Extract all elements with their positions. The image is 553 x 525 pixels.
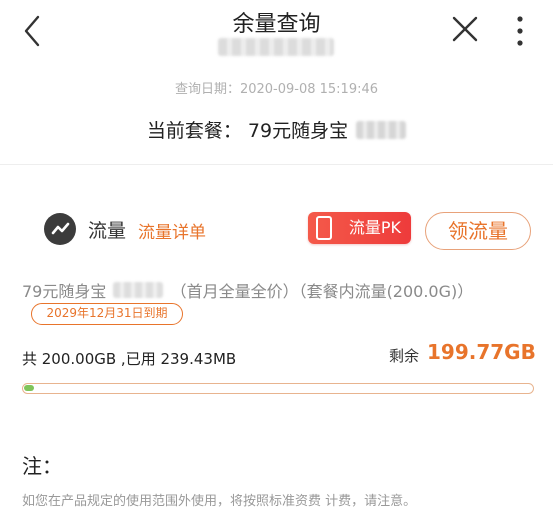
masked-phone-number — [218, 38, 334, 56]
usage-progress-fill — [24, 385, 34, 391]
close-icon[interactable] — [450, 14, 480, 44]
package-name: 79元随身宝 — [22, 282, 107, 301]
expiry-badge: 2029年12月31日到期 — [31, 303, 183, 325]
usage-summary: 共 200.00GB ,已用 239.43MB — [22, 350, 237, 368]
current-plan-label: 当前套餐： — [146, 120, 242, 142]
claim-traffic-button[interactable]: 领流量 — [425, 212, 531, 250]
traffic-detail-link[interactable]: 流量详单 — [138, 218, 206, 243]
package-details: （首月全量全价）（套餐内流量(200.0G)） — [170, 282, 474, 301]
remaining-value: 199.77GB — [427, 340, 536, 364]
note-text: 如您在产品规定的使用范围外使用，将按照标准资费 计费，请注意。 — [22, 494, 417, 509]
query-date: 查询日期：2020-09-08 15:19:46 — [174, 82, 379, 97]
more-vertical-icon[interactable] — [510, 14, 530, 48]
masked-package-name — [113, 282, 164, 298]
divider — [0, 164, 553, 165]
phone-icon — [316, 216, 332, 240]
note-title: 注： — [22, 454, 62, 478]
current-plan-name: 79元随身宝 — [247, 120, 349, 142]
traffic-check-icon — [44, 213, 76, 245]
package-description: 79元随身宝 （首月全量全价）（套餐内流量(200.0G)） — [22, 278, 473, 302]
masked-plan-suffix — [356, 120, 407, 139]
traffic-label: 流量 — [88, 220, 127, 242]
current-plan: 当前套餐： 79元随身宝 — [0, 116, 553, 143]
remaining-label: 剩余 — [389, 347, 420, 365]
usage-progress-bar — [22, 383, 534, 394]
